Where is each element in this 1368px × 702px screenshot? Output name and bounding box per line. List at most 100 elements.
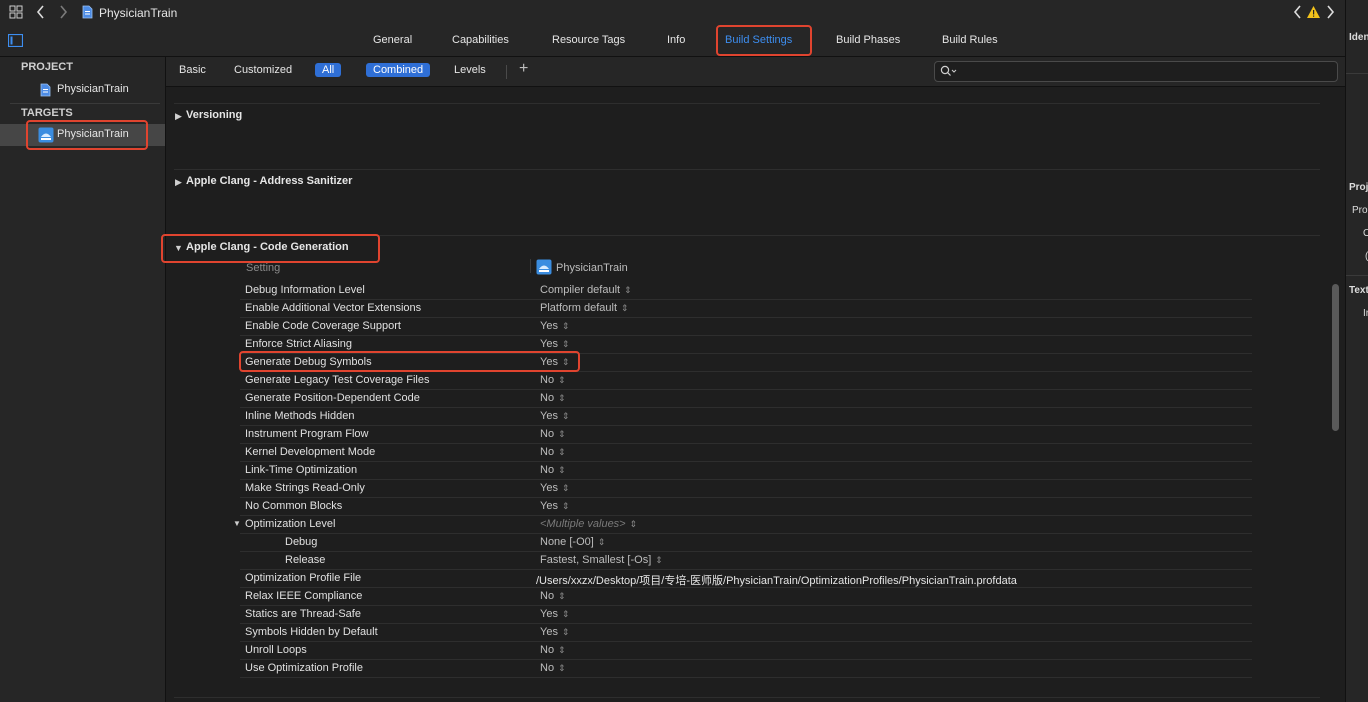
setting-value[interactable]: No ⇕ (540, 644, 566, 656)
popup-chevron-icon: ⇕ (621, 303, 629, 313)
setting-value[interactable]: No ⇕ (540, 392, 566, 404)
setting-row[interactable]: Generate Position-Dependent Code No ⇕ (240, 389, 1252, 408)
setting-value-text: Yes (540, 320, 558, 332)
setting-value[interactable]: No ⇕ (540, 428, 566, 440)
filter-all-button[interactable]: All (315, 63, 342, 77)
inspector-divider (1346, 275, 1368, 276)
add-setting-button[interactable]: + (519, 60, 528, 78)
setting-value[interactable]: Fastest, Smallest [-Os] ⇕ (540, 554, 663, 566)
setting-value[interactable]: <Multiple values> ⇕ (540, 518, 637, 530)
tab-info[interactable]: Info (667, 34, 685, 46)
setting-value[interactable]: Yes ⇕ (540, 482, 570, 494)
column-divider (530, 259, 531, 273)
setting-name: Kernel Development Mode (245, 446, 376, 458)
setting-name: Enable Code Coverage Support (245, 320, 401, 332)
setting-row[interactable]: Optimization Profile File/Users/xxzx/Des… (240, 569, 1252, 588)
setting-row[interactable]: Unroll Loops No ⇕ (240, 641, 1252, 660)
setting-value[interactable]: Yes ⇕ (540, 500, 570, 512)
setting-value[interactable]: No ⇕ (540, 374, 566, 386)
view-levels-button[interactable]: Levels (454, 64, 486, 76)
setting-value[interactable]: None [-O0] ⇕ (540, 536, 605, 548)
sidebar-toggle-icon[interactable] (7, 33, 24, 50)
sidebar-item-label: PhysicianTrain (57, 83, 129, 95)
warning-icon[interactable] (1306, 5, 1321, 22)
tab-build-phases[interactable]: Build Phases (836, 34, 900, 46)
setting-row[interactable]: Optimization Level ▼ <Multiple values> ⇕ (233, 515, 1252, 534)
setting-row[interactable]: Statics are Thread-Safe Yes ⇕ (240, 605, 1252, 624)
setting-value[interactable]: Compiler default ⇕ (540, 284, 632, 296)
setting-name: Enforce Strict Aliasing (245, 338, 352, 350)
setting-row[interactable]: Inline Methods Hidden Yes ⇕ (240, 407, 1252, 426)
popup-chevron-icon: ⇕ (597, 537, 606, 547)
setting-row[interactable]: Debug Information Level Compiler default ⇕ (240, 281, 1252, 300)
setting-row[interactable]: Enable Code Coverage Support Yes ⇕ (240, 317, 1252, 336)
issue-back-icon[interactable] (1293, 5, 1303, 22)
setting-value[interactable]: No ⇕ (540, 464, 566, 476)
setting-row[interactable]: Relax IEEE Compliance No ⇕ (240, 587, 1252, 606)
setting-row[interactable]: Instrument Program Flow No ⇕ (240, 425, 1252, 444)
group-address-sanitizer[interactable]: Apple Clang - Address Sanitizer (186, 175, 352, 187)
setting-name: Make Strings Read-Only (245, 482, 365, 494)
setting-name: Debug Information Level (245, 284, 365, 296)
tab-build-rules[interactable]: Build Rules (942, 34, 998, 46)
setting-name: Generate Legacy Test Coverage Files (245, 374, 430, 386)
setting-row[interactable]: Generate Legacy Test Coverage Files No ⇕ (240, 371, 1252, 390)
setting-value[interactable]: Yes ⇕ (540, 338, 570, 350)
setting-row[interactable]: Symbols Hidden by Default Yes ⇕ (240, 623, 1252, 642)
disclosure-right-icon[interactable]: ▶ (175, 111, 182, 122)
tab-capabilities[interactable]: Capabilities (452, 34, 509, 46)
disclosure-down-icon[interactable]: ▼ (233, 519, 241, 528)
search-field[interactable] (934, 61, 1338, 82)
setting-value[interactable]: No ⇕ (540, 662, 566, 674)
search-icon (940, 65, 958, 80)
sidebar-item-project[interactable]: PhysicianTrain (0, 79, 165, 101)
targets-section-header: TARGETS (21, 107, 73, 119)
issue-forward-icon[interactable] (1325, 5, 1335, 22)
back-icon[interactable] (36, 5, 46, 22)
disclosure-right-icon[interactable]: ▶ (175, 177, 182, 188)
setting-row[interactable]: Make Strings Read-Only Yes ⇕ (240, 479, 1252, 498)
setting-row[interactable]: No Common Blocks Yes ⇕ (240, 497, 1252, 516)
setting-value[interactable]: Yes ⇕ (540, 608, 570, 620)
setting-value[interactable]: Yes ⇕ (540, 410, 570, 422)
setting-name: Generate Position-Dependent Code (245, 392, 420, 404)
setting-row[interactable]: Kernel Development Mode No ⇕ (240, 443, 1252, 462)
setting-row[interactable]: Release Fastest, Smallest [-Os] ⇕ (240, 551, 1252, 570)
popup-chevron-icon: ⇕ (558, 393, 566, 403)
forward-icon[interactable] (58, 5, 68, 22)
setting-value-text: No (540, 428, 555, 440)
setting-row[interactable]: Debug None [-O0] ⇕ (240, 533, 1252, 552)
setting-name: Instrument Program Flow (245, 428, 369, 440)
inspector-label: Iden (1349, 32, 1368, 43)
setting-value[interactable]: /Users/xxzx/Desktop/项目/专培-医师版/PhysicianT… (536, 572, 1017, 588)
tab-resource-tags[interactable]: Resource Tags (552, 34, 625, 46)
popup-chevron-icon: ⇕ (624, 285, 632, 295)
setting-value-text: No (540, 446, 555, 458)
setting-value[interactable]: Yes ⇕ (540, 626, 570, 638)
setting-name: Use Optimization Profile (245, 662, 363, 674)
setting-value-text: No (540, 644, 555, 656)
setting-name: Relax IEEE Compliance (245, 590, 363, 602)
grid-icon[interactable] (9, 5, 23, 19)
view-combined-button[interactable]: Combined (366, 63, 431, 77)
setting-value[interactable]: No ⇕ (540, 446, 566, 458)
vertical-scrollbar[interactable] (1332, 284, 1339, 431)
group-versioning[interactable]: Versioning (186, 109, 242, 121)
filter-customized-button[interactable]: Customized (234, 64, 292, 76)
setting-row[interactable]: Link-Time Optimization No ⇕ (240, 461, 1252, 480)
tab-general[interactable]: General (373, 34, 412, 46)
project-file-icon (40, 83, 51, 100)
search-input[interactable] (959, 63, 1333, 80)
popup-chevron-icon: ⇕ (561, 321, 570, 331)
popup-chevron-icon: ⇕ (561, 609, 570, 619)
setting-value[interactable]: Yes ⇕ (540, 320, 570, 332)
setting-name: Release (285, 554, 326, 566)
filter-basic-button[interactable]: Basic (179, 64, 206, 76)
setting-row[interactable]: Use Optimization Profile No ⇕ (240, 659, 1252, 678)
setting-value[interactable]: No ⇕ (540, 590, 566, 602)
setting-value-text: Yes (540, 482, 558, 494)
setting-value[interactable]: Platform default ⇕ (540, 302, 629, 314)
editor-tab-bar: General Capabilities Resource Tags Info … (0, 26, 1345, 57)
popup-chevron-icon: ⇕ (655, 555, 663, 565)
setting-row[interactable]: Enable Additional Vector Extensions Platf… (240, 299, 1252, 318)
